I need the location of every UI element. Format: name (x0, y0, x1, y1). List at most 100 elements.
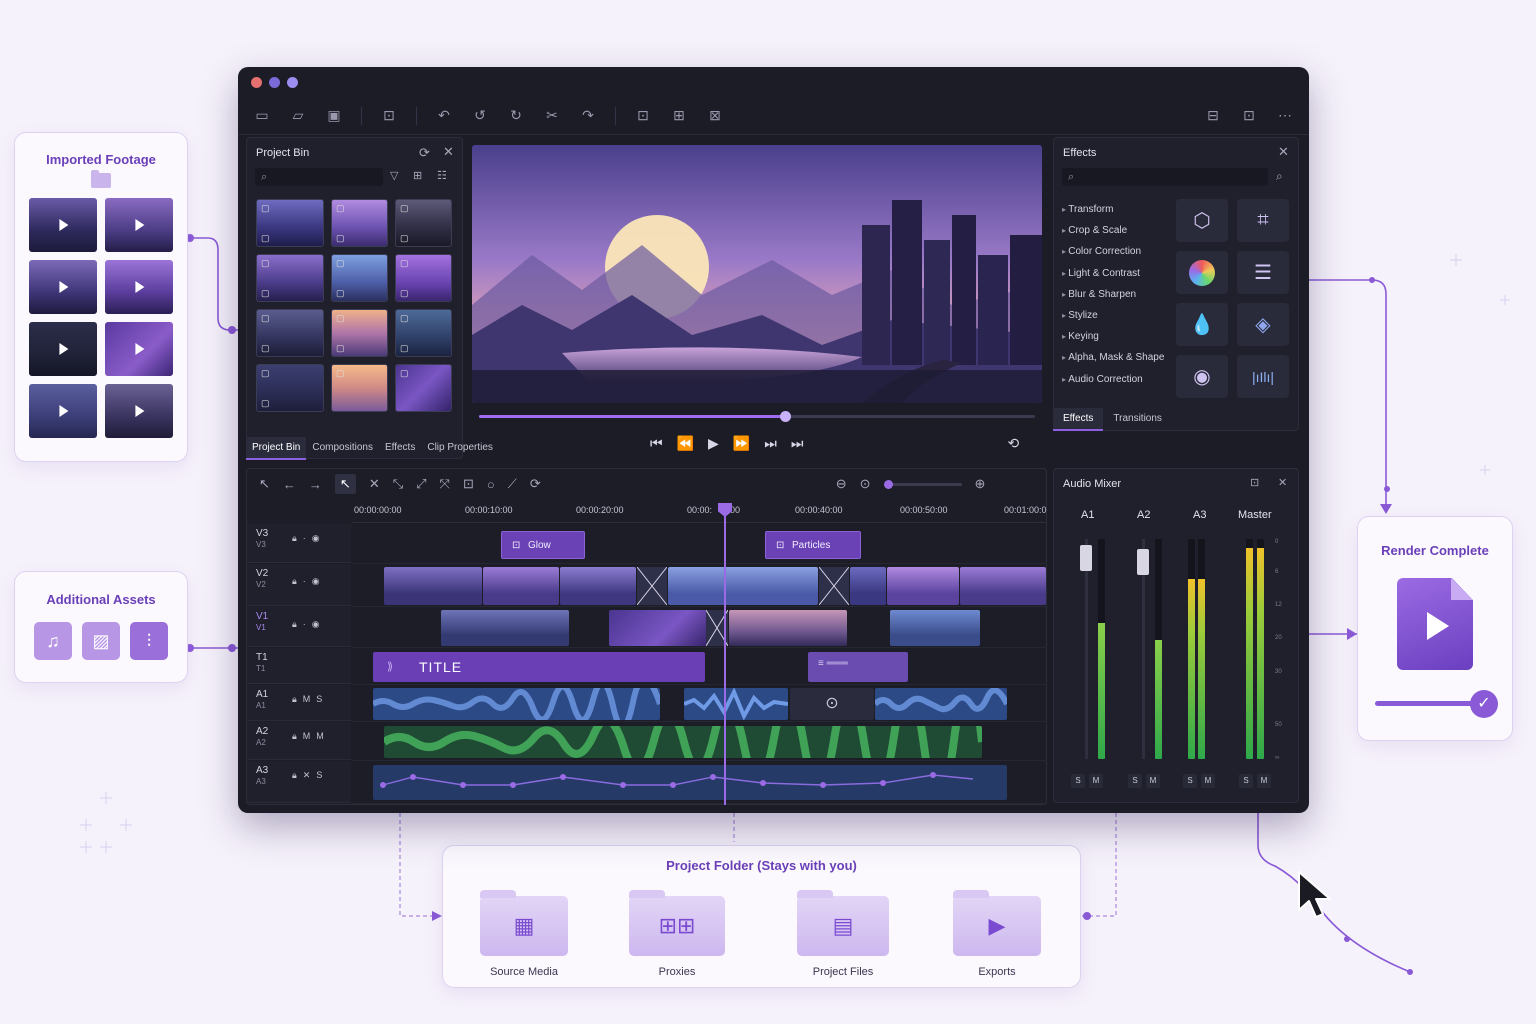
3d-box-icon[interactable]: ◈ (1237, 303, 1289, 346)
solo-toggle[interactable]: S (316, 770, 322, 781)
effect-category[interactable]: Crop & Scale (1062, 220, 1168, 241)
audio-clip-with-keyframes[interactable] (373, 765, 1007, 800)
loop-icon[interactable]: ⟲ (1007, 435, 1019, 452)
skip-start-icon[interactable]: ⏮ (650, 435, 663, 452)
footage-thumbnail[interactable] (105, 198, 173, 252)
close-icon[interactable]: ✕ (1278, 476, 1287, 489)
tab-project-bin[interactable]: Project Bin (246, 437, 307, 460)
audio-clip[interactable] (875, 688, 1007, 720)
tab-effects[interactable]: Effects (379, 437, 421, 460)
bin-clip[interactable]: ▢ ▢ (331, 309, 388, 357)
zoom-slider[interactable] (883, 479, 962, 489)
bin-search-input[interactable]: ⌕ (255, 168, 383, 186)
audio-transition-clip[interactable]: ⊙ (790, 688, 874, 720)
list-view-icon[interactable]: ☷ (437, 169, 447, 182)
audio-clip[interactable] (684, 688, 788, 720)
ripple-tool-icon[interactable]: ✕ (369, 476, 380, 492)
solo-button[interactable]: S (1128, 774, 1142, 788)
video-clip[interactable] (384, 567, 482, 605)
zoom-in-icon[interactable]: ⊕ (975, 476, 986, 492)
tab-effects[interactable]: Effects (1053, 408, 1104, 431)
open-folder-icon[interactable]: ▱ (289, 107, 307, 125)
fast-forward-icon[interactable]: ⏭ (764, 435, 777, 452)
eye-icon[interactable]: ◉ (312, 619, 320, 630)
rate-tool-icon[interactable]: ⤧ (440, 476, 450, 492)
footage-thumbnail[interactable] (105, 384, 173, 438)
color-wheel-icon[interactable] (1176, 251, 1228, 294)
scrubber-handle[interactable] (779, 411, 791, 422)
pen-tool-icon[interactable]: ⟋ (508, 476, 517, 492)
solo-toggle[interactable]: S (316, 694, 322, 705)
maximize-window-button[interactable] (287, 76, 298, 88)
mute-button[interactable]: M (1257, 774, 1271, 788)
effect-category[interactable]: Light & Contrast (1062, 263, 1168, 284)
lock-icon[interactable]: 🔒︎ (292, 619, 297, 630)
mute-toggle[interactable]: M (303, 694, 311, 705)
footage-thumbnail[interactable] (105, 322, 173, 376)
grid-view-icon[interactable]: ⊞ (413, 169, 422, 182)
waveform-icon[interactable]: ⫶ (130, 622, 168, 660)
lock-icon[interactable]: 🔒︎ (292, 533, 297, 544)
audio-waveform-icon[interactable]: |ıIlı| (1237, 355, 1289, 398)
bin-clip[interactable]: ▢ ▢ (395, 254, 452, 302)
mute-button[interactable]: M (1201, 774, 1215, 788)
footage-thumbnail[interactable] (29, 384, 97, 438)
ellipse-tool-icon[interactable]: ○ (487, 477, 495, 492)
zoom-out-icon[interactable]: ⊖ (836, 476, 847, 492)
cube-icon[interactable]: ⬡ (1176, 199, 1228, 242)
settings-icon[interactable]: ⊡ (1250, 476, 1259, 489)
footage-thumbnail[interactable] (105, 260, 173, 314)
filter-icon[interactable]: ▽ (390, 169, 398, 182)
solo-button[interactable]: S (1239, 774, 1253, 788)
bin-clip[interactable]: ▢ ▢ (256, 364, 324, 412)
crop-icon[interactable]: ⌗ (1237, 199, 1289, 242)
folder-exports[interactable]: ▶ Exports (953, 890, 1041, 978)
footage-thumbnail[interactable] (29, 322, 97, 376)
mute-toggle[interactable]: M (303, 731, 311, 742)
mute-button[interactable]: M (1146, 774, 1160, 788)
footage-thumbnail[interactable] (29, 260, 97, 314)
effect-category[interactable]: Blur & Sharpen (1062, 284, 1168, 305)
image-icon[interactable]: ▨ (82, 622, 120, 660)
lock-icon[interactable]: 🔒︎ (292, 694, 297, 705)
zoom-icon[interactable]: ⊙ (860, 476, 871, 492)
back-icon[interactable]: ← (283, 477, 296, 492)
hand-tool-icon[interactable]: ⟳ (530, 476, 541, 492)
timeline-ruler[interactable]: 00:00:00:00 00:00:10:00 00:00:20:00 00:0… (352, 501, 1047, 523)
new-file-icon[interactable]: ▭ (253, 107, 271, 125)
video-clip[interactable] (560, 567, 636, 605)
video-clip[interactable] (668, 567, 818, 605)
video-clip[interactable] (441, 610, 569, 646)
solo-button[interactable]: S (1183, 774, 1197, 788)
razor-icon[interactable]: ✂ (543, 107, 561, 125)
step-forward-icon[interactable]: ⏩ (733, 435, 750, 452)
transition-clip[interactable] (636, 566, 668, 606)
mute-button[interactable]: M (1089, 774, 1103, 788)
eye-icon[interactable]: ◉ (312, 576, 320, 587)
music-note-icon[interactable]: ♫ (34, 622, 72, 660)
sliders-icon[interactable]: ☰ (1237, 251, 1289, 294)
transition-clip[interactable] (818, 566, 850, 606)
mute-toggle[interactable]: M (316, 731, 324, 742)
bin-clip[interactable]: ▢ ▢ (256, 199, 324, 247)
tab-compositions[interactable]: Compositions (306, 437, 379, 460)
audio-clip[interactable] (373, 688, 660, 720)
bin-clip[interactable]: ▢ ▢ (331, 199, 388, 247)
audio-clip[interactable] (384, 726, 982, 758)
slide-tool-icon[interactable]: ⤢ (416, 476, 426, 492)
step-back-icon[interactable]: ⏪ (677, 435, 694, 452)
effect-category[interactable]: Stylize (1062, 305, 1168, 326)
undo-icon[interactable]: ↶ (435, 107, 453, 125)
bin-clip[interactable]: ▢ ▢ (331, 254, 388, 302)
solo-button[interactable]: S (1071, 774, 1085, 788)
effect-category[interactable]: Transform (1062, 199, 1168, 220)
droplet-icon[interactable]: 💧 (1176, 303, 1228, 346)
save-icon[interactable]: ▣ (325, 107, 343, 125)
video-clip[interactable] (729, 610, 847, 646)
bin-clip[interactable]: ▢ ▢ (256, 254, 324, 302)
title-clip[interactable]: ⟫ TITLE (373, 652, 705, 682)
bin-clip[interactable]: ▢ ▢ (395, 309, 452, 357)
video-clip[interactable] (890, 610, 980, 646)
fullscreen-icon[interactable]: ⊡ (1240, 107, 1258, 125)
close-icon[interactable]: ✕ (1278, 144, 1289, 160)
